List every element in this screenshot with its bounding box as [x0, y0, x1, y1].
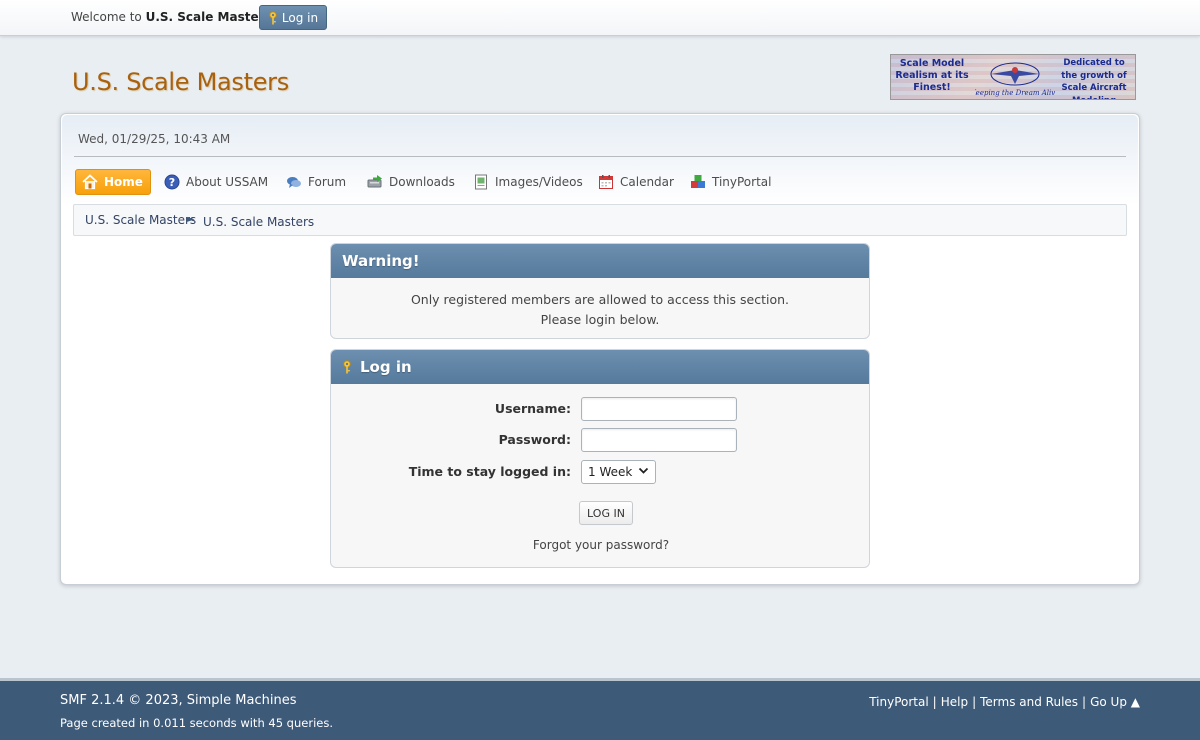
banner-mid-text: Keeping the Dream Alive — [975, 89, 1055, 97]
help-icon: ? — [164, 174, 180, 190]
nav-downloads[interactable]: Downloads — [367, 169, 455, 195]
calendar-icon — [598, 174, 614, 190]
current-datetime: Wed, 01/29/25, 10:43 AM — [78, 132, 231, 146]
password-label: Password: — [498, 432, 571, 447]
breadcrumb-item-home[interactable]: U.S. Scale Masters — [85, 213, 196, 227]
warning-panel: Warning! Only registered members are all… — [330, 243, 870, 339]
chevron-down-icon — [638, 465, 649, 479]
downloads-icon — [367, 174, 383, 190]
banner-right-text: Dedicated to the growth of Scale Aircraf… — [1061, 58, 1127, 99]
nav-about[interactable]: ? About USSAM — [164, 169, 268, 195]
upper-section: Wed, 01/29/25, 10:43 AM Home ? About USS… — [62, 115, 1138, 205]
login-submit-button[interactable]: LOG IN — [579, 501, 633, 525]
password-row: Password: — [331, 428, 869, 452]
nav-calendar[interactable]: Calendar — [598, 169, 674, 195]
nav-home-label: Home — [104, 175, 143, 189]
footer-link-terms[interactable]: Terms and Rules — [980, 695, 1078, 709]
breadcrumb-separator-icon: ► — [187, 214, 195, 225]
warning-body: Only registered members are allowed to a… — [331, 278, 869, 330]
username-label: Username: — [494, 401, 571, 416]
nav-downloads-label: Downloads — [389, 175, 455, 189]
footer-links: TinyPortal | Help | Terms and Rules | Go… — [869, 695, 1140, 709]
footer-stats: Page created in 0.011 seconds with 45 qu… — [60, 716, 333, 730]
stay-logged-row: Time to stay logged in: 1 Week — [331, 460, 869, 484]
home-icon — [82, 174, 98, 190]
footer-separator: | — [1082, 695, 1087, 709]
password-input[interactable] — [581, 428, 737, 452]
forum-icon — [286, 174, 302, 190]
top-login-button[interactable]: Log in — [259, 5, 327, 30]
nav-images-videos[interactable]: Images/Videos — [473, 169, 583, 195]
svg-text:?: ? — [169, 176, 175, 189]
footer-separator: | — [932, 695, 937, 709]
stay-logged-select[interactable]: 1 Week — [581, 460, 656, 484]
key-icon — [342, 360, 352, 374]
stay-logged-label: Time to stay logged in: — [408, 464, 571, 479]
nav-tinyportal[interactable]: TinyPortal — [690, 169, 771, 195]
top-login-label: Log in — [281, 10, 319, 25]
warning-header: Warning! — [331, 244, 869, 278]
top-bar: Welcome to U.S. Scale Masters. Log in — [0, 0, 1200, 36]
footer-link-go-up[interactable]: Go Up ▲ — [1090, 695, 1140, 709]
key-icon — [268, 10, 278, 25]
footer-copyright[interactable]: SMF 2.1.4 © 2023, Simple Machines — [60, 693, 296, 708]
footer-link-tinyportal[interactable]: TinyPortal — [869, 695, 928, 709]
welcome-site-name: U.S. Scale Masters — [145, 10, 272, 24]
nav-about-label: About USSAM — [186, 175, 269, 189]
nav-home[interactable]: Home — [75, 169, 151, 195]
footer-separator: | — [972, 695, 977, 709]
welcome-text: Welcome to U.S. Scale Masters. — [71, 10, 276, 24]
username-row: Username: — [331, 397, 869, 421]
username-input[interactable] — [581, 397, 737, 421]
images-icon — [473, 174, 489, 190]
tinyportal-icon — [690, 174, 706, 190]
login-header: Log in — [331, 350, 869, 384]
stay-logged-value: 1 Week — [588, 465, 633, 479]
header-banner: Scale Model Realism at its Finest! Keepi… — [890, 54, 1136, 100]
breadcrumb: U.S. Scale Masters ► U.S. Scale Masters — [73, 204, 1127, 236]
nav-tinyportal-label: TinyPortal — [712, 175, 772, 189]
footer: SMF 2.1.4 © 2023, Simple Machines Page c… — [0, 678, 1200, 740]
nav-forum[interactable]: Forum — [286, 169, 346, 195]
nav-calendar-label: Calendar — [620, 175, 674, 189]
warning-title: Warning! — [342, 252, 420, 270]
warning-message-line1: Only registered members are allowed to a… — [410, 292, 790, 307]
main-content-wrapper: Wed, 01/29/25, 10:43 AM Home ? About USS… — [60, 113, 1140, 585]
login-title: Log in — [360, 358, 412, 376]
banner-left-text: Scale Model Realism at its Finest! — [895, 58, 969, 93]
breadcrumb-item-current[interactable]: U.S. Scale Masters — [203, 215, 314, 229]
site-title[interactable]: U.S. Scale Masters — [72, 68, 289, 96]
nav-forum-label: Forum — [308, 175, 347, 189]
login-panel: Log in Username: Password: Time to stay … — [330, 349, 870, 568]
banner-eagle-logo: Keeping the Dream Alive — [970, 58, 1059, 98]
forgot-password-link[interactable]: Forgot your password? — [331, 538, 869, 552]
warning-message-line2: Please login below. — [540, 312, 660, 327]
nav-images-videos-label: Images/Videos — [495, 175, 583, 189]
footer-link-help[interactable]: Help — [941, 695, 968, 709]
upper-divider — [74, 156, 1126, 157]
